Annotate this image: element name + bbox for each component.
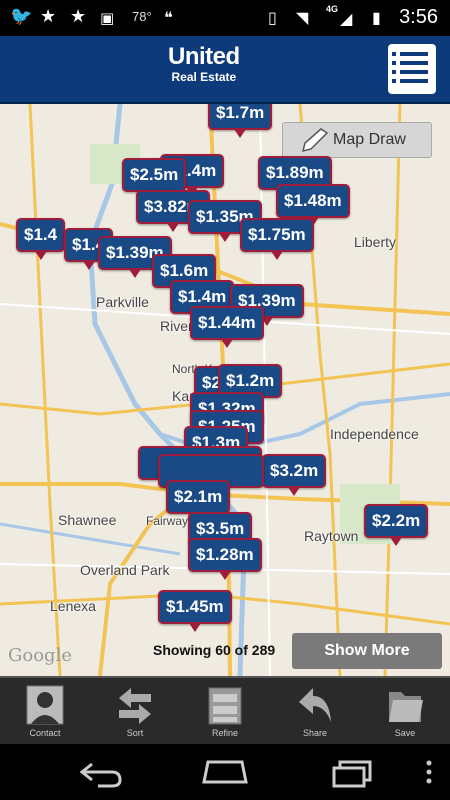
contact-button[interactable]: Contact <box>0 678 90 744</box>
share-label: Share <box>302 728 328 738</box>
price-pin[interactable]: $2.2m <box>364 504 429 546</box>
system-nav-bar <box>0 744 450 800</box>
price-pin[interactable]: $1.75m <box>240 218 314 260</box>
contact-label: Contact <box>29 728 61 738</box>
star-icon: ★ <box>40 6 57 27</box>
share-arrow-icon <box>299 688 331 722</box>
place-label: Parkville <box>96 294 149 310</box>
price-pin[interactable]: $1.45m <box>158 590 232 632</box>
united-logo: United Real Estate <box>168 43 240 85</box>
logo-line1: United <box>168 43 240 70</box>
hangouts-icon: ❝ <box>164 8 173 27</box>
place-label: Shawnee <box>58 512 117 528</box>
star-icon: ★ <box>70 6 87 27</box>
price-pin[interactable]: $1.44m <box>190 306 264 348</box>
temperature-text: 78° <box>132 9 152 24</box>
save-button[interactable]: Save <box>360 678 450 744</box>
place-label: Raytown <box>304 528 359 544</box>
refine-label: Refine <box>211 728 238 738</box>
overflow-menu-icon[interactable] <box>424 758 434 788</box>
folder-icon <box>389 692 423 722</box>
bottom-toolbar: Contact Sort Refine Share Save <box>0 676 450 744</box>
place-label: Liberty <box>354 234 397 250</box>
network-type: 4G <box>326 4 339 14</box>
app-header: United Real Estate <box>0 36 450 104</box>
clock: 3:56 <box>399 6 438 28</box>
price-pin[interactable]: $3.2m <box>262 454 327 496</box>
showing-count: Showing 60 of 289 <box>153 642 276 658</box>
contact-icon <box>26 685 64 725</box>
map-view[interactable]: Parkville Riverside North Kansas City Ka… <box>0 104 450 676</box>
place-label: Independence <box>330 426 419 442</box>
drawer-icon <box>208 687 242 725</box>
menu-list-button[interactable] <box>388 44 436 94</box>
wifi-icon: ◥ <box>296 8 309 27</box>
google-attribution: Google <box>8 645 72 666</box>
refine-button[interactable]: Refine <box>180 678 270 744</box>
price-pin[interactable]: $1.28m <box>188 538 262 580</box>
sort-label: Sort <box>126 728 144 738</box>
share-button[interactable]: Share <box>270 678 360 744</box>
back-icon[interactable] <box>78 758 122 788</box>
logo-line2: Real Estate <box>171 70 237 84</box>
price-pin[interactable]: $1.7m <box>208 104 273 138</box>
signal-icon: ◢ <box>340 9 353 28</box>
status-bar: 🐦 ★ ★ ▣ 78° ❝ ▯ ◥ 4G ◢ ▮ 3:56 <box>0 0 450 36</box>
map-draw-label: Map Draw <box>333 131 406 148</box>
twitter-icon: 🐦 <box>10 6 33 27</box>
place-label: Fairway <box>146 514 189 528</box>
show-more-button[interactable]: Show More <box>292 633 442 669</box>
map-draw-button[interactable]: Map Draw <box>282 122 432 158</box>
vibrate-icon: ▯ <box>268 8 277 27</box>
sort-button[interactable]: Sort <box>90 678 180 744</box>
place-label: Overland Park <box>80 562 170 578</box>
place-label: Lenexa <box>50 598 96 614</box>
price-pin[interactable]: $2.1m <box>166 480 231 522</box>
save-label: Save <box>394 728 416 738</box>
image-icon: ▣ <box>100 9 115 27</box>
price-pin[interactable]: $2.5m <box>122 158 187 200</box>
home-icon[interactable] <box>200 758 250 788</box>
battery-icon: ▮ <box>372 8 381 27</box>
price-pin[interactable]: $1.48m <box>276 184 350 226</box>
price-pin[interactable]: $1.4 <box>16 218 66 260</box>
pencil-icon <box>301 128 329 153</box>
recent-apps-icon[interactable] <box>330 758 374 788</box>
sort-arrows-icon <box>119 688 151 724</box>
